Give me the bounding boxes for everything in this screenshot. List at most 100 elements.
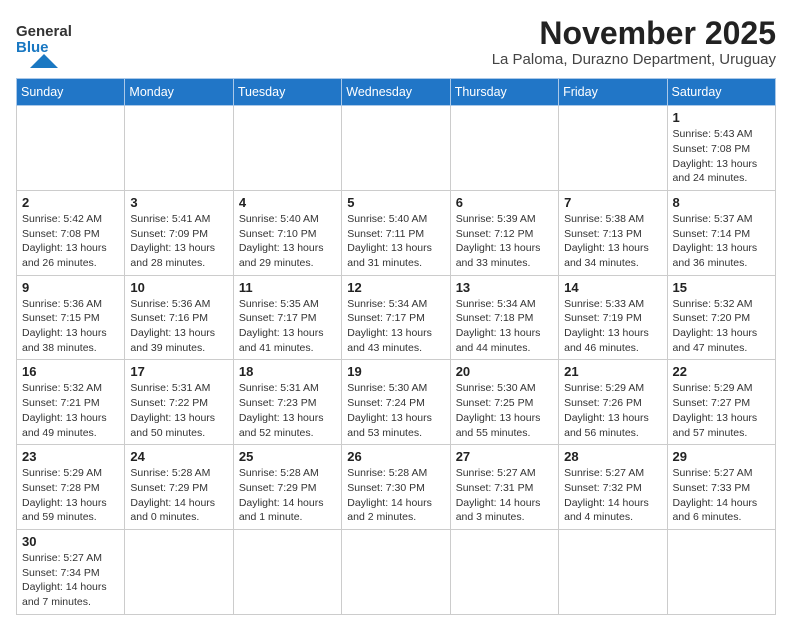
day-of-week-header: Tuesday: [233, 79, 341, 106]
calendar-day-cell: 27 Sunrise: 5:27 AM Sunset: 7:31 PM Dayli…: [450, 445, 558, 530]
day-info: Sunrise: 5:31 AM Sunset: 7:23 PM Dayligh…: [239, 381, 336, 440]
day-number: 12: [347, 280, 444, 295]
day-number: 26: [347, 449, 444, 464]
calendar-day-cell: 16 Sunrise: 5:32 AM Sunset: 7:21 PM Dayli…: [17, 360, 125, 445]
day-number: 11: [239, 280, 336, 295]
day-info: Sunrise: 5:42 AM Sunset: 7:08 PM Dayligh…: [22, 212, 119, 271]
day-info: Sunrise: 5:40 AM Sunset: 7:11 PM Dayligh…: [347, 212, 444, 271]
day-number: 20: [456, 364, 553, 379]
day-number: 28: [564, 449, 661, 464]
day-info: Sunrise: 5:30 AM Sunset: 7:25 PM Dayligh…: [456, 381, 553, 440]
day-number: 19: [347, 364, 444, 379]
calendar-day-cell: 12 Sunrise: 5:34 AM Sunset: 7:17 PM Dayli…: [342, 275, 450, 360]
day-number: 21: [564, 364, 661, 379]
day-info: Sunrise: 5:29 AM Sunset: 7:26 PM Dayligh…: [564, 381, 661, 440]
calendar-day-cell: [233, 529, 341, 614]
day-info: Sunrise: 5:32 AM Sunset: 7:21 PM Dayligh…: [22, 381, 119, 440]
calendar-day-cell: 23 Sunrise: 5:29 AM Sunset: 7:28 PM Dayli…: [17, 445, 125, 530]
day-of-week-header: Wednesday: [342, 79, 450, 106]
day-info: Sunrise: 5:31 AM Sunset: 7:22 PM Dayligh…: [130, 381, 227, 440]
calendar-day-cell: 30Sunrise: 5:27 AM Sunset: 7:34 PM Dayli…: [17, 529, 125, 614]
calendar-day-cell: [125, 106, 233, 191]
day-of-week-header: Friday: [559, 79, 667, 106]
day-info: Sunrise: 5:29 AM Sunset: 7:28 PM Dayligh…: [22, 466, 119, 525]
day-number: 17: [130, 364, 227, 379]
day-info: Sunrise: 5:37 AM Sunset: 7:14 PM Dayligh…: [673, 212, 770, 271]
day-info: Sunrise: 5:38 AM Sunset: 7:13 PM Dayligh…: [564, 212, 661, 271]
day-info: Sunrise: 5:28 AM Sunset: 7:30 PM Dayligh…: [347, 466, 444, 525]
day-info: Sunrise: 5:28 AM Sunset: 7:29 PM Dayligh…: [239, 466, 336, 525]
calendar-day-cell: [559, 106, 667, 191]
svg-text:General: General: [16, 23, 72, 40]
calendar-day-cell: 15 Sunrise: 5:32 AM Sunset: 7:20 PM Dayli…: [667, 275, 775, 360]
calendar-day-cell: 21 Sunrise: 5:29 AM Sunset: 7:26 PM Dayli…: [559, 360, 667, 445]
title-block: November 2025 La Paloma, Durazno Departm…: [492, 16, 776, 68]
calendar-week-row: 16 Sunrise: 5:32 AM Sunset: 7:21 PM Dayli…: [17, 360, 776, 445]
calendar-day-cell: 7 Sunrise: 5:38 AM Sunset: 7:13 PM Daylig…: [559, 190, 667, 275]
calendar-day-cell: 13 Sunrise: 5:34 AM Sunset: 7:18 PM Dayli…: [450, 275, 558, 360]
day-number: 7: [564, 195, 661, 210]
calendar-day-cell: [450, 106, 558, 191]
day-info: Sunrise: 5:40 AM Sunset: 7:10 PM Dayligh…: [239, 212, 336, 271]
day-info: Sunrise: 5:30 AM Sunset: 7:24 PM Dayligh…: [347, 381, 444, 440]
calendar-day-cell: [342, 106, 450, 191]
calendar-day-cell: 14Sunrise: 5:33 AM Sunset: 7:19 PM Dayli…: [559, 275, 667, 360]
day-of-week-header: Thursday: [450, 79, 558, 106]
day-info: Sunrise: 5:36 AM Sunset: 7:16 PM Dayligh…: [130, 297, 227, 356]
day-number: 24: [130, 449, 227, 464]
day-info: Sunrise: 5:36 AM Sunset: 7:15 PM Dayligh…: [22, 297, 119, 356]
day-info: Sunrise: 5:43 AM Sunset: 7:08 PM Dayligh…: [673, 127, 770, 186]
calendar-day-cell: 9Sunrise: 5:36 AM Sunset: 7:15 PM Daylig…: [17, 275, 125, 360]
calendar-day-cell: 6 Sunrise: 5:39 AM Sunset: 7:12 PM Daylig…: [450, 190, 558, 275]
day-number: 3: [130, 195, 227, 210]
day-info: Sunrise: 5:35 AM Sunset: 7:17 PM Dayligh…: [239, 297, 336, 356]
calendar-day-cell: 22 Sunrise: 5:29 AM Sunset: 7:27 PM Dayli…: [667, 360, 775, 445]
calendar-day-cell: 25 Sunrise: 5:28 AM Sunset: 7:29 PM Dayli…: [233, 445, 341, 530]
calendar-week-row: 1 Sunrise: 5:43 AM Sunset: 7:08 PM Daylig…: [17, 106, 776, 191]
day-number: 25: [239, 449, 336, 464]
day-info: Sunrise: 5:34 AM Sunset: 7:17 PM Dayligh…: [347, 297, 444, 356]
day-number: 16: [22, 364, 119, 379]
day-number: 10: [130, 280, 227, 295]
calendar-header-row: SundayMondayTuesdayWednesdayThursdayFrid…: [17, 79, 776, 106]
day-number: 22: [673, 364, 770, 379]
day-number: 2: [22, 195, 119, 210]
day-info: Sunrise: 5:27 AM Sunset: 7:32 PM Dayligh…: [564, 466, 661, 525]
calendar-day-cell: [667, 529, 775, 614]
calendar-table: SundayMondayTuesdayWednesdayThursdayFrid…: [16, 78, 776, 615]
calendar-day-cell: 10 Sunrise: 5:36 AM Sunset: 7:16 PM Dayli…: [125, 275, 233, 360]
svg-text:Blue: Blue: [16, 39, 49, 56]
day-info: Sunrise: 5:29 AM Sunset: 7:27 PM Dayligh…: [673, 381, 770, 440]
day-of-week-header: Monday: [125, 79, 233, 106]
day-number: 23: [22, 449, 119, 464]
page-header: General Blue November 2025 La Paloma, Du…: [16, 16, 776, 68]
calendar-day-cell: 24Sunrise: 5:28 AM Sunset: 7:29 PM Dayli…: [125, 445, 233, 530]
day-number: 29: [673, 449, 770, 464]
day-number: 27: [456, 449, 553, 464]
calendar-day-cell: 1 Sunrise: 5:43 AM Sunset: 7:08 PM Daylig…: [667, 106, 775, 191]
location-title: La Paloma, Durazno Department, Uruguay: [492, 51, 776, 68]
calendar-day-cell: 17 Sunrise: 5:31 AM Sunset: 7:22 PM Dayli…: [125, 360, 233, 445]
day-number: 13: [456, 280, 553, 295]
calendar-week-row: 9Sunrise: 5:36 AM Sunset: 7:15 PM Daylig…: [17, 275, 776, 360]
day-number: 1: [673, 110, 770, 125]
calendar-day-cell: 20 Sunrise: 5:30 AM Sunset: 7:25 PM Dayli…: [450, 360, 558, 445]
day-of-week-header: Sunday: [17, 79, 125, 106]
calendar-day-cell: 28 Sunrise: 5:27 AM Sunset: 7:32 PM Dayli…: [559, 445, 667, 530]
day-info: Sunrise: 5:32 AM Sunset: 7:20 PM Dayligh…: [673, 297, 770, 356]
calendar-day-cell: 18Sunrise: 5:31 AM Sunset: 7:23 PM Dayli…: [233, 360, 341, 445]
calendar-day-cell: [342, 529, 450, 614]
day-number: 30: [22, 534, 119, 549]
logo: General Blue: [16, 16, 72, 68]
day-number: 6: [456, 195, 553, 210]
day-info: Sunrise: 5:27 AM Sunset: 7:31 PM Dayligh…: [456, 466, 553, 525]
calendar-day-cell: 4Sunrise: 5:40 AM Sunset: 7:10 PM Daylig…: [233, 190, 341, 275]
calendar-week-row: 2 Sunrise: 5:42 AM Sunset: 7:08 PM Daylig…: [17, 190, 776, 275]
day-number: 15: [673, 280, 770, 295]
day-number: 8: [673, 195, 770, 210]
calendar-day-cell: 8 Sunrise: 5:37 AM Sunset: 7:14 PM Daylig…: [667, 190, 775, 275]
day-number: 14: [564, 280, 661, 295]
calendar-day-cell: 29Sunrise: 5:27 AM Sunset: 7:33 PM Dayli…: [667, 445, 775, 530]
day-info: Sunrise: 5:39 AM Sunset: 7:12 PM Dayligh…: [456, 212, 553, 271]
day-info: Sunrise: 5:34 AM Sunset: 7:18 PM Dayligh…: [456, 297, 553, 356]
